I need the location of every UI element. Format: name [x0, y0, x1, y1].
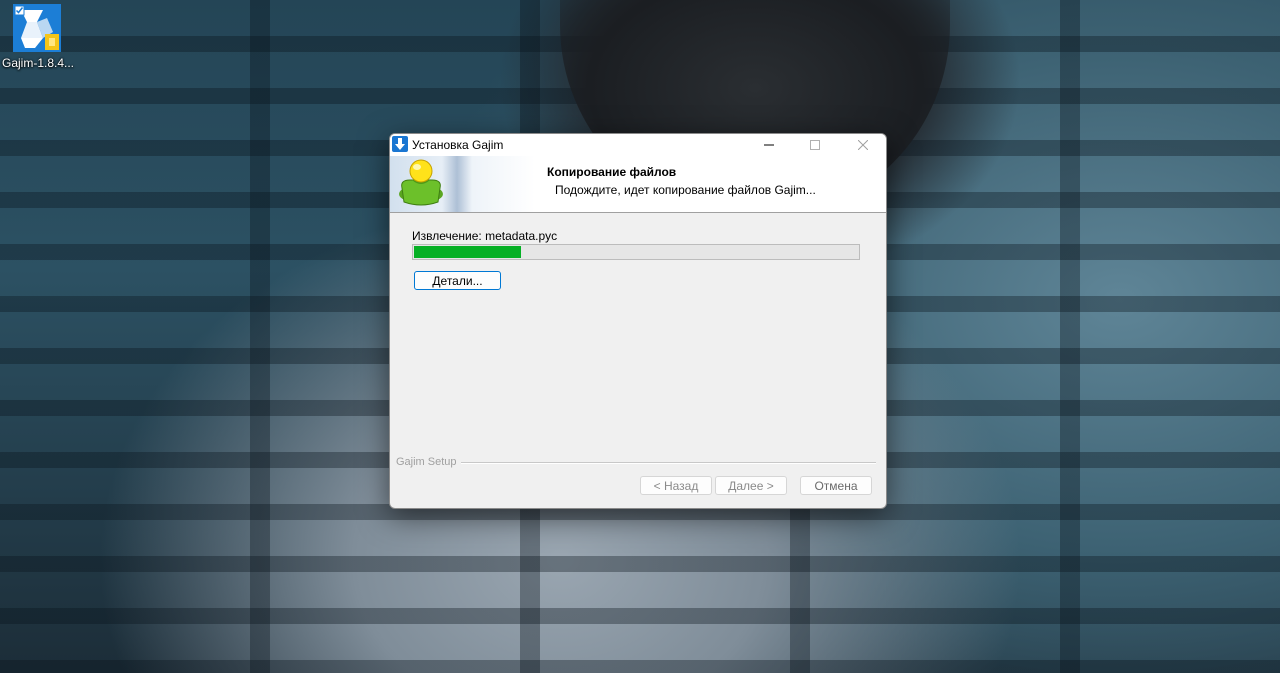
maximize-button[interactable] — [792, 134, 838, 156]
minimize-button[interactable] — [746, 134, 792, 156]
progress-status-text: Извлечение: metadata.pyc — [412, 229, 558, 243]
window-title: Установка Gajim — [412, 138, 504, 152]
desktop-icon-gajim-installer[interactable]: Gajim-1.8.4... — [0, 4, 76, 76]
installer-app-icon — [392, 136, 408, 152]
wizard-header: Копирование файлов Подождите, идет копир… — [390, 156, 886, 213]
minimize-icon — [764, 144, 774, 146]
next-button[interactable]: Далее > — [715, 476, 787, 495]
progress-bar — [412, 244, 860, 260]
header-title: Копирование файлов — [547, 165, 677, 179]
title-bar[interactable]: Установка Gajim — [390, 134, 886, 156]
footer-divider — [460, 462, 876, 464]
progress-bar-fill — [414, 246, 521, 258]
close-button[interactable] — [840, 134, 886, 156]
cancel-button[interactable]: Отмена — [800, 476, 872, 495]
header-subtitle: Подождите, идет копирование файлов Gajim… — [555, 183, 816, 197]
footer-brand-text: Gajim Setup — [396, 456, 461, 468]
footer-branding: Gajim Setup — [396, 456, 876, 470]
installer-window: Установка Gajim Копирование файлов Подож… — [389, 133, 887, 509]
desktop-icon-label: Gajim-1.8.4... — [1, 56, 75, 70]
close-icon — [858, 140, 868, 150]
installer-package-icon — [13, 4, 61, 52]
back-button[interactable]: < Назад — [640, 476, 712, 495]
details-button[interactable]: Детали... — [414, 271, 501, 290]
gajim-mascot-icon — [399, 159, 443, 206]
maximize-icon — [810, 140, 820, 150]
desktop: Gajim-1.8.4... Установка Gajim Копирован… — [0, 0, 1280, 673]
